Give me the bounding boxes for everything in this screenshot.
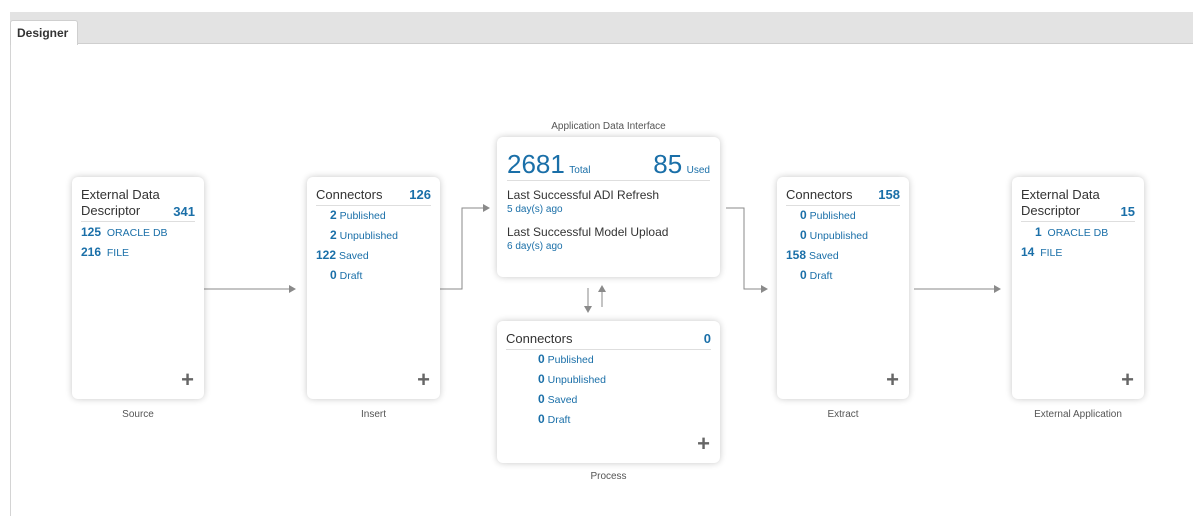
external-count: 15: [1120, 204, 1135, 219]
list-item[interactable]: 0 Published: [538, 350, 711, 370]
add-extract-button[interactable]: +: [886, 369, 899, 391]
process-rows: 0 Published 0 Unpublished 0 Saved 0 Draf…: [538, 350, 711, 430]
adi-upload-title: Last Successful Model Upload: [507, 225, 669, 239]
list-item[interactable]: 0 Unpublished: [786, 226, 900, 246]
add-insert-button[interactable]: +: [417, 369, 430, 391]
adi-used-number: 85: [653, 149, 683, 179]
adi-total-label: Total: [569, 165, 591, 176]
insert-card[interactable]: 126 Connectors 2 Published 2 Unpublished…: [307, 177, 440, 399]
source-card[interactable]: 341 External Data Descriptor 125 ORACLE …: [72, 177, 204, 399]
adi-card[interactable]: 2681 Total 85 Used Last Successful ADI R…: [497, 137, 720, 277]
insert-label: Insert: [360, 409, 386, 420]
source-count: 341: [173, 204, 195, 219]
adi-total-number: 2681: [507, 149, 565, 179]
adi-caption: Application Data Interface: [551, 121, 666, 132]
list-item[interactable]: 122 Saved: [316, 246, 431, 266]
external-card-header: 15 External Data Descriptor: [1021, 187, 1135, 222]
list-item[interactable]: 125 ORACLE DB: [81, 223, 195, 243]
source-title: External Data Descriptor: [81, 187, 160, 218]
extract-label: Extract: [827, 409, 859, 420]
insert-title: Connectors: [316, 187, 383, 202]
extract-card[interactable]: 158 Connectors 0 Published 0 Unpublished…: [777, 177, 909, 399]
adi-used-label: Used: [686, 165, 710, 176]
list-item[interactable]: 2 Unpublished: [316, 226, 431, 246]
insert-rows: 2 Published 2 Unpublished 122 Saved 0 Dr…: [316, 206, 431, 286]
list-item[interactable]: 0 Draft: [316, 266, 431, 286]
extract-rows: 0 Published 0 Unpublished 158 Saved 0 Dr…: [786, 206, 900, 286]
adi-refresh-ago: 5 day(s) ago: [507, 204, 563, 215]
list-item[interactable]: 1 ORACLE DB: [1021, 223, 1135, 243]
adi-refresh-title: Last Successful ADI Refresh: [507, 188, 660, 202]
list-item[interactable]: 0 Draft: [786, 266, 900, 286]
list-item[interactable]: 0 Saved: [538, 390, 711, 410]
insert-count: 126: [409, 187, 431, 202]
list-item[interactable]: 158 Saved: [786, 246, 900, 266]
process-card-header: 0 Connectors: [506, 331, 711, 350]
list-item[interactable]: 216 FILE: [81, 243, 195, 263]
source-rows: 125 ORACLE DB 216 FILE: [81, 223, 195, 263]
external-rows: 1 ORACLE DB 14 FILE: [1021, 223, 1135, 263]
external-title: External Data Descriptor: [1021, 187, 1100, 218]
arrow-adi-extract: [726, 207, 762, 290]
add-source-button[interactable]: +: [181, 369, 194, 391]
list-item[interactable]: 0 Published: [786, 206, 900, 226]
extract-card-header: 158 Connectors: [786, 187, 900, 206]
list-item[interactable]: 14 FILE: [1021, 243, 1135, 263]
process-card[interactable]: 0 Connectors 0 Published 0 Unpublished 0…: [497, 321, 720, 463]
external-label: External Application: [1034, 409, 1122, 420]
adi-upload-ago: 6 day(s) ago: [507, 241, 563, 252]
list-item[interactable]: 0 Draft: [538, 410, 711, 430]
external-card[interactable]: 15 External Data Descriptor 1 ORACLE DB …: [1012, 177, 1144, 399]
list-item[interactable]: 2 Published: [316, 206, 431, 226]
insert-card-header: 126 Connectors: [316, 187, 431, 206]
add-process-button[interactable]: +: [697, 433, 710, 455]
process-label: Process: [590, 471, 627, 482]
adi-header: 2681 Total 85 Used: [507, 149, 710, 181]
process-count: 0: [703, 331, 711, 346]
list-item[interactable]: 0 Unpublished: [538, 370, 711, 390]
add-external-button[interactable]: +: [1121, 369, 1134, 391]
source-card-header: 341 External Data Descriptor: [81, 187, 195, 222]
process-title: Connectors: [506, 331, 573, 346]
extract-title: Connectors: [786, 187, 853, 202]
tab-designer[interactable]: Designer: [10, 20, 78, 45]
source-label: Source: [122, 409, 154, 420]
arrow-insert-adi: [440, 207, 484, 290]
extract-count: 158: [878, 187, 900, 202]
